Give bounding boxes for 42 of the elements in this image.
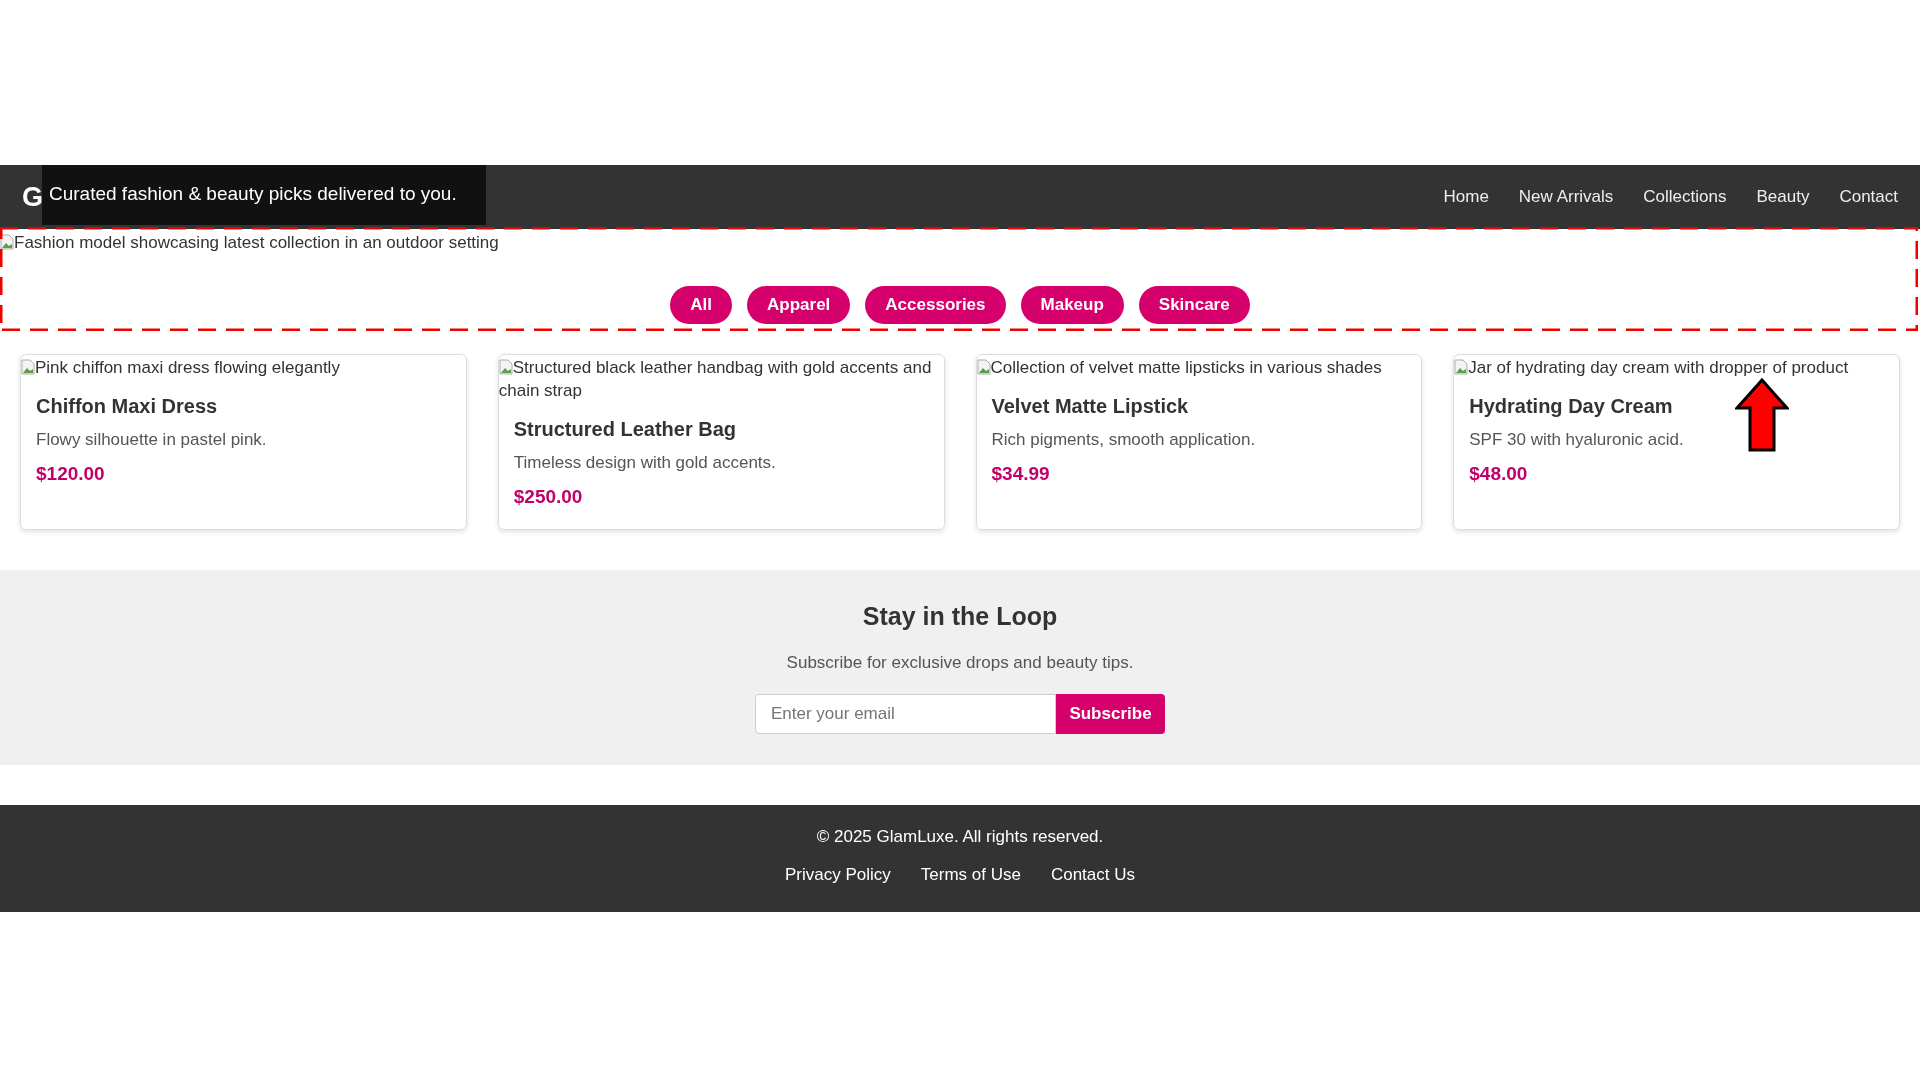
- filter-button[interactable]: All: [670, 286, 733, 324]
- nav-link[interactable]: Collections: [1643, 187, 1727, 207]
- email-field[interactable]: Enter your email: [755, 694, 1056, 734]
- product-price: $250.00: [513, 486, 584, 508]
- filter-button[interactable]: Makeup: [1020, 286, 1124, 324]
- nav-link[interactable]: Beauty: [1756, 187, 1810, 207]
- footer-link[interactable]: Privacy Policy: [784, 865, 891, 885]
- broken-image-icon: [498, 359, 513, 375]
- footer-link[interactable]: Contact Us: [1050, 865, 1135, 885]
- nav-link[interactable]: New Arrivals: [1518, 187, 1614, 207]
- product-name: Structured Leather Bag: [513, 418, 737, 441]
- nav-link[interactable]: Home: [1443, 187, 1489, 207]
- product-name: Hydrating Day Cream: [1469, 395, 1674, 418]
- broken-image-icon: [21, 359, 35, 375]
- product-price: $48.00: [1469, 463, 1529, 485]
- up-arrow-icon: [1735, 378, 1789, 452]
- product-description: Timeless design with gold accents.: [513, 453, 777, 473]
- broken-image-alt-text: Collection of velvet matte lipsticks in various shades: [976, 355, 1422, 379]
- product-name: Velvet Matte Lipstick: [991, 395, 1190, 418]
- product-description: SPF 30 with hyaluronic acid.: [1469, 430, 1685, 450]
- newsletter-title: Stay in the Loop: [861, 602, 1059, 631]
- logo-text[interactable]: G: [22, 181, 43, 213]
- tooltip: Curated fashion & beauty picks delivered to you.: [42, 165, 486, 225]
- broken-image-alt-text: Jar of hydrating day cream with dropper of product: [1454, 355, 1899, 379]
- filter-button[interactable]: Apparel: [747, 286, 851, 324]
- product-description: Flowy silhouette in pastel pink.: [36, 430, 268, 450]
- broken-image-icon: [0, 234, 14, 250]
- product-description: Rich pigments, smooth application.: [991, 430, 1257, 450]
- product-price: $120.00: [36, 463, 106, 485]
- subscribe-button[interactable]: Subscribe: [1056, 694, 1165, 734]
- broken-image-icon: [1454, 359, 1469, 375]
- nav-link[interactable]: Contact: [1839, 187, 1898, 207]
- broken-image-icon: [976, 359, 991, 375]
- broken-image-alt-text: Structured black leather handbag with gold accents and chain strap: [498, 357, 933, 402]
- filter-button[interactable]: Skincare: [1138, 286, 1250, 324]
- product-price: $34.99: [991, 463, 1051, 485]
- copyright-text: © 2025 GlamLuxe. All rights reserved.: [815, 827, 1105, 847]
- newsletter-text: Subscribe for exclusive drops and beauty tips.: [785, 653, 1135, 673]
- footer-link[interactable]: Terms of Use: [920, 865, 1021, 885]
- product-name: Chiffon Maxi Dress: [36, 395, 219, 418]
- filter-button[interactable]: Accessories: [865, 286, 1006, 324]
- broken-image-alt-text: Pink chiffon maxi dress flowing elegantly: [21, 355, 466, 379]
